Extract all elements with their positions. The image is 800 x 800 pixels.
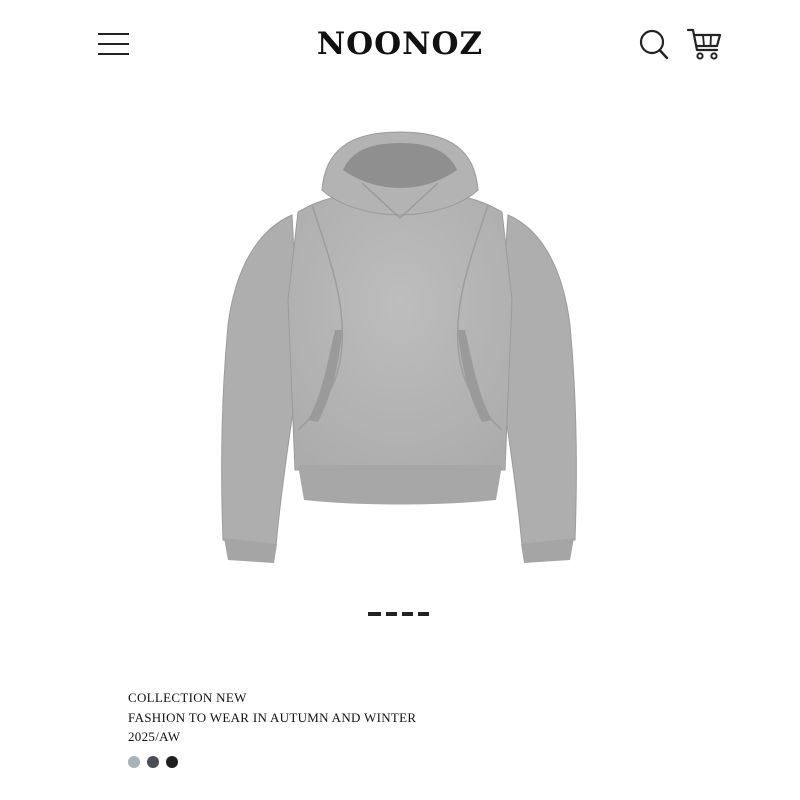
collection-season: 2025/AW (128, 729, 181, 744)
collection-title: COLLECTION NEW (128, 690, 247, 705)
carousel-dot-4[interactable] (418, 612, 429, 616)
site-header: NOONOZ (0, 0, 800, 90)
carousel-dot-3[interactable] (402, 612, 413, 616)
color-swatch-black[interactable] (166, 756, 178, 768)
carousel-dot-1[interactable] (368, 612, 381, 616)
collection-subtitle: FASHION TO WEAR IN AUTUMN AND WINTER (128, 709, 417, 725)
hamburger-menu-icon[interactable] (98, 30, 130, 58)
color-swatches (128, 756, 178, 768)
color-swatch-charcoal[interactable] (147, 756, 159, 768)
carousel-dot-2[interactable] (386, 612, 397, 616)
color-swatch-light-gray[interactable] (128, 756, 140, 768)
shopping-cart-icon[interactable] (686, 26, 724, 62)
brand-logo[interactable]: NOONOZ (300, 26, 500, 62)
collection-info: COLLECTION NEW FASHION TO WEAR IN AUTUMN… (128, 688, 416, 747)
image-carousel-pager (368, 612, 429, 618)
product-image[interactable] (200, 120, 600, 580)
search-icon[interactable] (638, 28, 670, 62)
